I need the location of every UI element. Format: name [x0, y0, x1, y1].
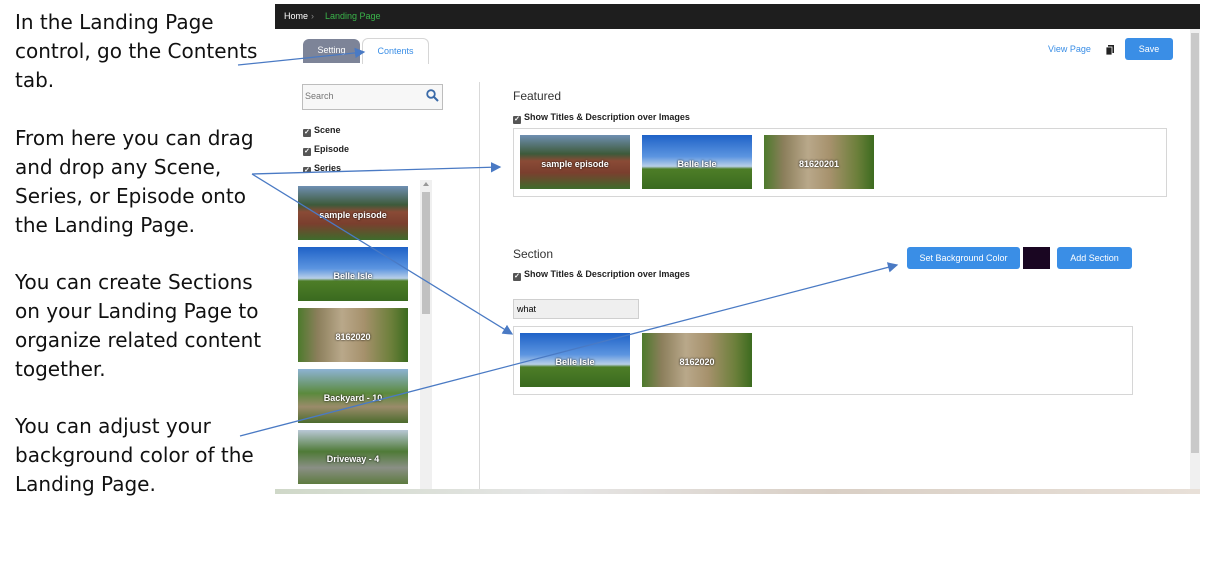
save-button-label: Save: [1138, 44, 1160, 54]
annotation-background-color: You can adjust your background color of …: [15, 412, 254, 499]
annotation-line: control, go the Contents: [15, 39, 258, 63]
featured-show-titles-checkbox[interactable]: ✓ Show Titles & Description over Images: [513, 112, 690, 124]
section-heading: Section: [513, 247, 554, 261]
scroll-up-arrow-icon[interactable]: [423, 182, 429, 186]
add-section-label: Add Section: [1070, 253, 1119, 263]
taskbar-strip: [275, 489, 1200, 494]
library-item-title: 8162020: [335, 331, 371, 342]
library-item-title: Backyard - 10: [323, 392, 383, 403]
tab-contents[interactable]: Contents: [362, 38, 429, 64]
featured-dropzone[interactable]: sample episode Belle Isle 81620201: [513, 128, 1167, 197]
annotation-line: In the Landing Page: [15, 10, 214, 34]
checkbox-checked-icon[interactable]: ✓: [513, 116, 521, 124]
section-item-title: Belle Isle: [555, 356, 595, 367]
library-item-title: sample episode: [319, 209, 387, 220]
page-scrollbar-thumb[interactable]: [1191, 33, 1199, 453]
featured-item-title: Belle Isle: [677, 158, 717, 169]
annotation-line: Series, or Episode onto: [15, 184, 246, 208]
annotation-line: You can adjust your: [15, 414, 211, 438]
filter-series-clip: ✓ Series: [303, 162, 403, 172]
annotation-line: together.: [15, 357, 106, 381]
featured-heading: Featured: [513, 89, 562, 103]
filter-series[interactable]: ✓ Series: [303, 163, 341, 172]
checkbox-label: Show Titles & Description over Images: [524, 269, 690, 279]
scrollbar-thumb[interactable]: [422, 192, 430, 314]
library-item[interactable]: Belle Isle: [298, 247, 408, 301]
set-background-color-button[interactable]: Set Background Color: [907, 247, 1020, 269]
library-item[interactable]: Backyard - 10: [298, 369, 408, 423]
add-section-button[interactable]: Add Section: [1057, 247, 1132, 269]
background-color-swatch[interactable]: [1023, 247, 1050, 269]
checkbox-checked-icon[interactable]: ✓: [303, 167, 311, 172]
app-screenshot: Home › Landing Page Setting Contents Vie…: [275, 4, 1200, 494]
breadcrumb-separator-icon: ›: [311, 11, 314, 21]
library-item[interactable]: sample episode: [298, 186, 408, 240]
sidebar-scrollbar[interactable]: [420, 180, 432, 494]
annotation-line: on your Landing Page to: [15, 299, 259, 323]
annotation-line: tab.: [15, 68, 55, 92]
checkbox-checked-icon[interactable]: ✓: [513, 273, 521, 281]
search-icon[interactable]: [426, 89, 439, 107]
filter-label: Episode: [314, 144, 350, 154]
library-item-title: Driveway - 4: [326, 453, 380, 464]
filter-scene[interactable]: ✓ Scene: [303, 125, 341, 137]
section-item-title: 8162020: [679, 356, 715, 367]
annotation-line: From here you can drag: [15, 126, 254, 150]
featured-item[interactable]: Belle Isle: [642, 135, 752, 189]
checkbox-label: Show Titles & Description over Images: [524, 112, 690, 122]
annotation-line: background color of the: [15, 443, 254, 467]
checkbox-checked-icon[interactable]: ✓: [303, 148, 311, 156]
save-button[interactable]: Save: [1125, 38, 1173, 60]
sidebar-library-list[interactable]: sample episode Belle Isle 8162020 Backya…: [298, 180, 433, 494]
column-divider: [479, 82, 480, 494]
annotation-contents-tab: In the Landing Page control, go the Cont…: [15, 8, 257, 95]
annotation-sections: You can create Sections on your Landing …: [15, 268, 261, 384]
section-show-titles-checkbox[interactable]: ✓ Show Titles & Description over Images: [513, 269, 690, 281]
checkbox-checked-icon[interactable]: ✓: [303, 129, 311, 137]
filter-episode[interactable]: ✓ Episode: [303, 144, 349, 156]
tab-setting-label: Setting: [317, 45, 346, 55]
copy-icon[interactable]: [1105, 43, 1115, 56]
set-background-color-label: Set Background Color: [919, 253, 1008, 263]
filter-label: Scene: [314, 125, 341, 135]
annotation-line: organize related content: [15, 328, 262, 352]
view-page-link[interactable]: View Page: [1048, 44, 1091, 54]
annotation-line: You can create Sections: [15, 270, 253, 294]
section-item[interactable]: Belle Isle: [520, 333, 630, 387]
page-scrollbar[interactable]: [1190, 29, 1200, 494]
annotation-line: and drop any Scene,: [15, 155, 222, 179]
search-input[interactable]: [305, 88, 415, 104]
section-name-input[interactable]: [513, 299, 639, 319]
section-item[interactable]: 8162020: [642, 333, 752, 387]
annotation-line: the Landing Page.: [15, 213, 196, 237]
breadcrumb-current: Landing Page: [325, 11, 381, 21]
tab-contents-label: Contents: [377, 46, 414, 56]
breadcrumb-home[interactable]: Home: [284, 11, 308, 21]
annotation-line: Landing Page.: [15, 472, 156, 496]
top-nav-bar: Home › Landing Page: [275, 4, 1200, 29]
filter-label: Series: [314, 163, 342, 172]
section-dropzone[interactable]: Belle Isle 8162020: [513, 326, 1133, 395]
library-item[interactable]: Driveway - 4: [298, 430, 408, 484]
library-item[interactable]: 8162020: [298, 308, 408, 362]
search-box[interactable]: [302, 84, 443, 110]
annotation-drag-drop: From here you can drag and drop any Scen…: [15, 124, 254, 240]
featured-item[interactable]: 81620201: [764, 135, 874, 189]
featured-item-title: sample episode: [541, 158, 609, 169]
featured-item-title: 81620201: [798, 158, 840, 169]
library-item-title: Belle Isle: [333, 270, 373, 281]
featured-item[interactable]: sample episode: [520, 135, 630, 189]
tab-setting[interactable]: Setting: [303, 39, 360, 63]
